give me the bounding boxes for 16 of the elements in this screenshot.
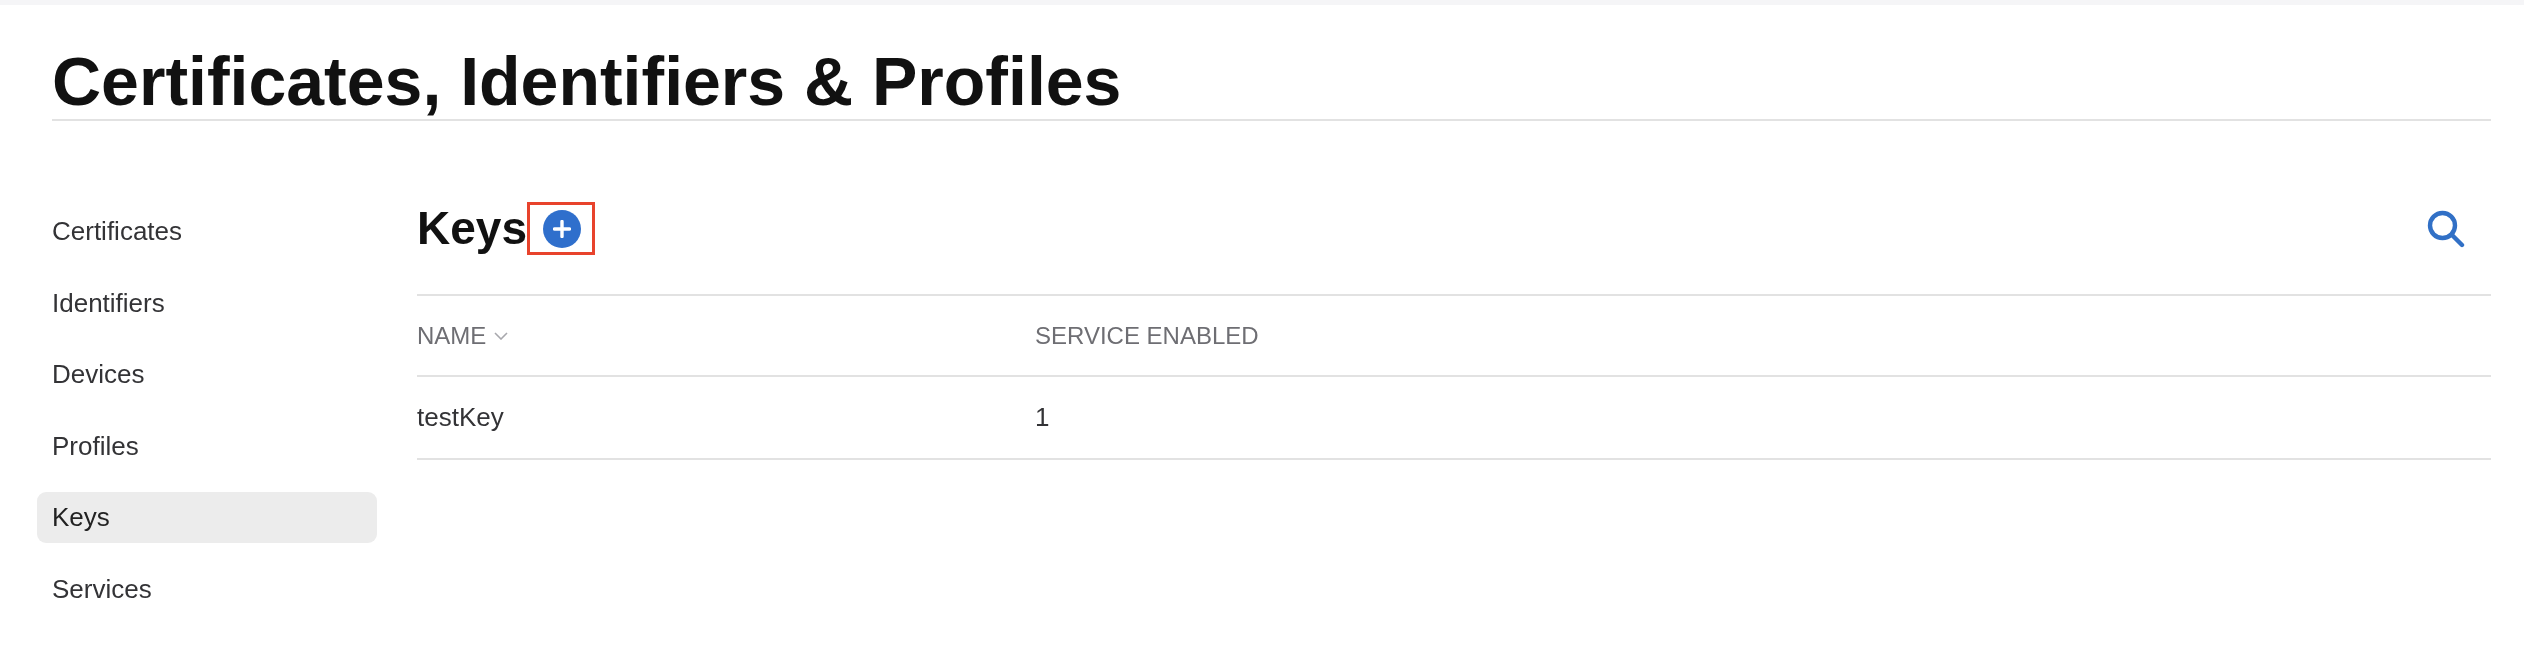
page-title: Certificates, Identifiers & Profiles bbox=[52, 43, 1123, 119]
search-icon bbox=[2427, 209, 2465, 248]
column-header[interactable]: NAME bbox=[417, 317, 487, 354]
sidebar-item[interactable]: Keys bbox=[37, 492, 377, 543]
sidebar-item[interactable]: Services bbox=[37, 563, 377, 615]
table-cell-text: 1 bbox=[1035, 401, 1050, 434]
sidebar-item[interactable]: Identifiers bbox=[37, 277, 377, 329]
sidebar-item[interactable]: Certificates bbox=[37, 206, 377, 257]
plus-icon bbox=[552, 219, 571, 238]
sidebar-item[interactable]: Devices bbox=[37, 349, 377, 400]
search-button[interactable] bbox=[2427, 209, 2465, 248]
column-header[interactable]: SERVICE ENABLED bbox=[1035, 317, 1259, 354]
sidebar-item[interactable]: Profiles bbox=[37, 420, 377, 472]
section-title: Keys bbox=[417, 202, 527, 255]
add-button[interactable] bbox=[542, 209, 581, 248]
table-cell-text: testKey bbox=[417, 401, 504, 434]
